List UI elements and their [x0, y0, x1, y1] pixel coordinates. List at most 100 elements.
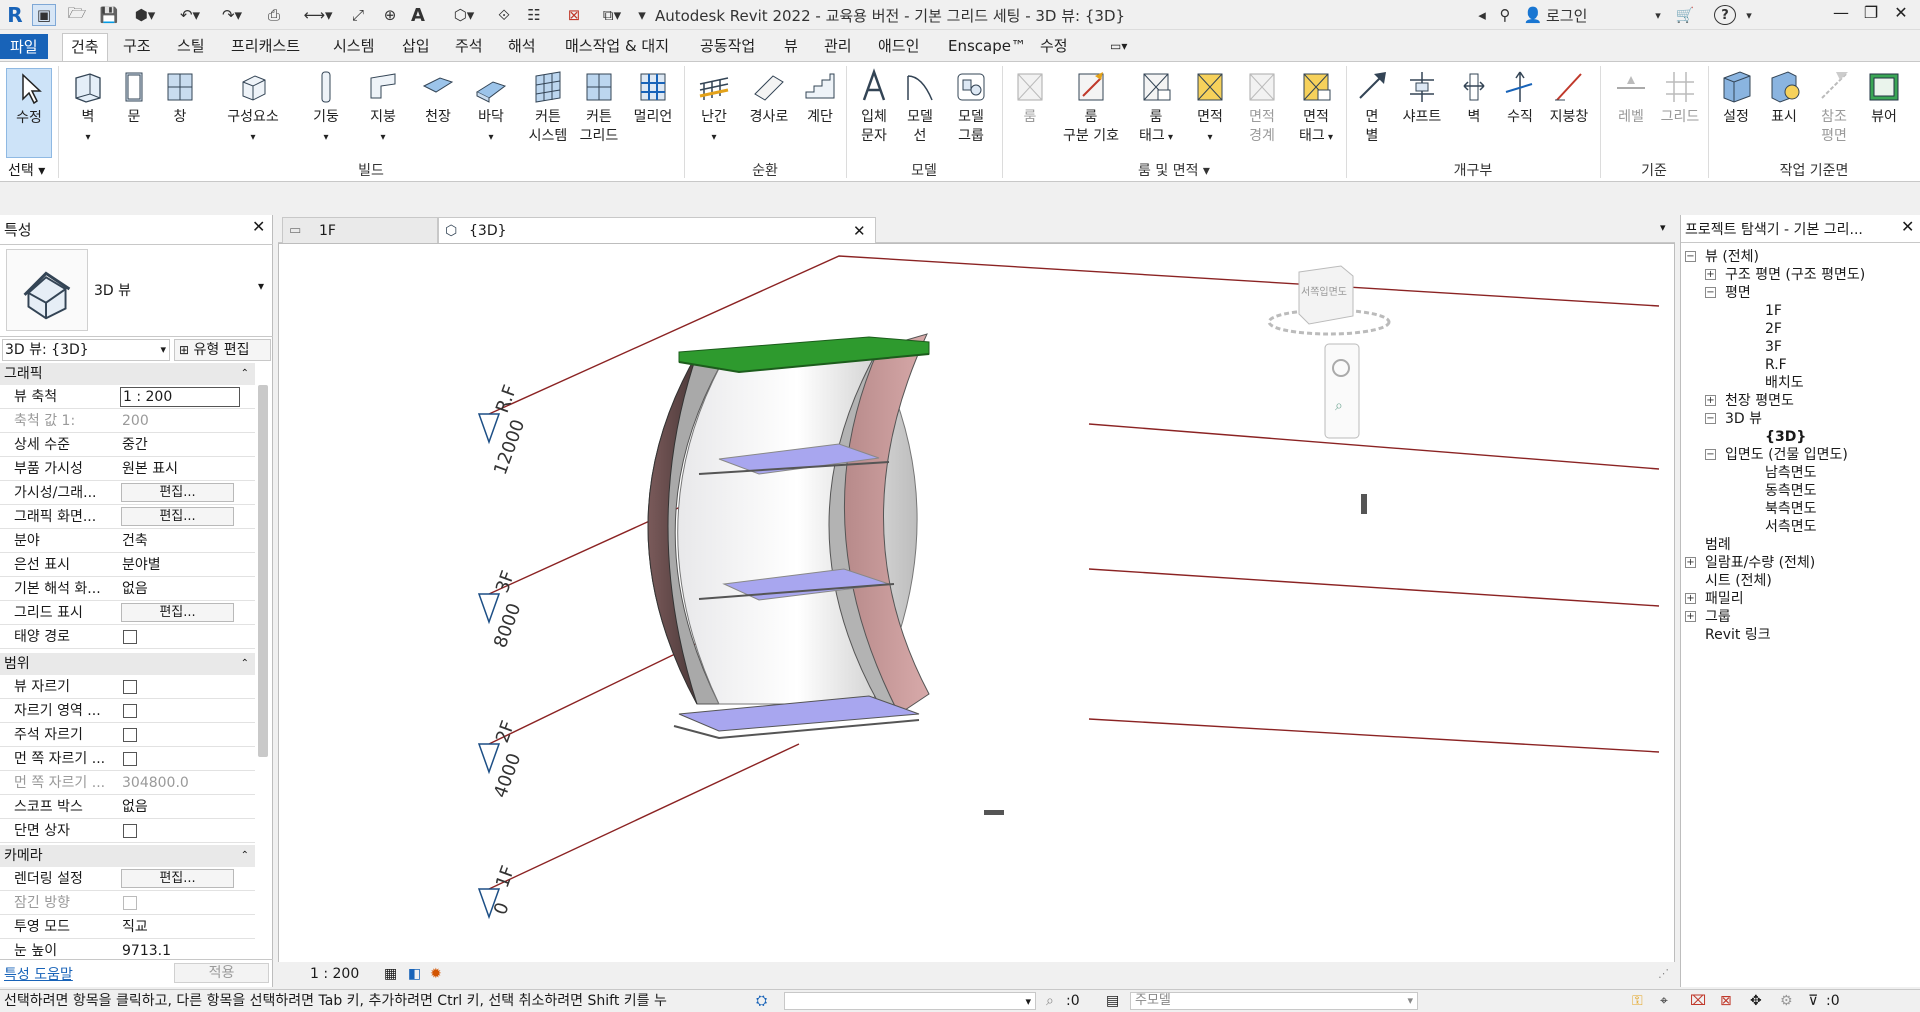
property-row[interactable]: 먼 쪽 자르기 ... 304800.0	[0, 771, 255, 795]
property-row[interactable]: 기본 해석 화... 없음	[0, 577, 255, 601]
show-button[interactable]: 표시	[1764, 68, 1804, 127]
tree-node[interactable]: 3D 뷰	[1725, 409, 1762, 429]
zoom-icon[interactable]: ⌕	[1335, 398, 1343, 414]
navigation-bar[interactable]: ⌕	[1324, 343, 1360, 439]
drawing-area[interactable]: R.F 12000 3F 8000 2F 4000 1F 0 서쪽입면도 ⌕	[278, 243, 1675, 983]
design-option-selector[interactable]: 주모델 ▾	[1130, 992, 1418, 1010]
tree-node[interactable]: 3F	[1765, 337, 1782, 357]
mullion-button[interactable]: 멀리언	[630, 68, 676, 127]
ramp-button[interactable]: 경사로	[744, 68, 794, 127]
window-button[interactable]: 창	[160, 68, 200, 127]
property-checkbox[interactable]	[123, 630, 137, 644]
tree-node[interactable]: 평면	[1725, 283, 1751, 303]
tab-analyze[interactable]: 해석	[500, 33, 544, 59]
left-arrow-icon[interactable]: ◂	[1472, 4, 1492, 26]
property-edit-button[interactable]: 편집...	[121, 603, 234, 622]
set-button[interactable]: 설정	[1716, 68, 1756, 127]
property-row[interactable]: 단면 상자	[0, 819, 255, 843]
collapse-icon[interactable]: −	[1705, 287, 1716, 298]
grid-button[interactable]: 그리드	[1656, 68, 1704, 127]
cart-icon[interactable]: 🛒	[1674, 4, 1696, 26]
property-row[interactable]: 렌더링 설정 편집...	[0, 867, 255, 891]
3d-model-view[interactable]: R.F 12000 3F 8000 2F 4000 1F 0 서쪽입면도 ⌕	[279, 244, 1674, 962]
tree-node[interactable]: 남측면도	[1765, 463, 1817, 483]
component-button[interactable]: 구성요소 ▾	[220, 68, 286, 147]
apply-button[interactable]: 적용	[174, 963, 269, 983]
property-row[interactable]: 축척 값 1: 200	[0, 409, 255, 433]
door-button[interactable]: 문	[116, 68, 152, 127]
property-row[interactable]: 뷰 축척 1 : 200	[0, 385, 255, 409]
section-graphics[interactable]: 그래픽 ⌃	[0, 363, 255, 385]
property-row[interactable]: 분야 건축	[0, 529, 255, 553]
select-underlay-icon[interactable]: ⌖	[1660, 990, 1668, 1012]
area-boundary-button[interactable]: 면적 경계	[1240, 68, 1284, 146]
tab-collaborate[interactable]: 공동작업	[692, 33, 763, 59]
property-row[interactable]: 가시성/그래... 편집...	[0, 481, 255, 505]
tabs-overflow-icon[interactable]: ▾	[1660, 221, 1666, 234]
vertical-button[interactable]: 수직	[1500, 68, 1540, 127]
property-checkbox[interactable]	[123, 824, 137, 838]
tree-node[interactable]: 일람표/수량 (전체)	[1705, 553, 1815, 573]
viewer-button[interactable]: 뷰어	[1862, 68, 1906, 127]
section-camera[interactable]: 카메라 ⌃	[0, 845, 255, 867]
detail-level-icon[interactable]: ▦	[384, 962, 397, 986]
floor-button[interactable]: 바닥 ▾	[470, 68, 512, 147]
property-row[interactable]: 부품 가시성 원본 표시	[0, 457, 255, 481]
tab-close-icon[interactable]: ✕	[853, 218, 866, 244]
property-row[interactable]: 잠긴 방향	[0, 891, 255, 915]
view-instance-selector[interactable]: 3D 뷰: {3D} ▾	[2, 339, 170, 361]
tree-node[interactable]: 1F	[1765, 301, 1782, 321]
user-icon[interactable]: 👤	[1522, 4, 1544, 26]
room-tag-button[interactable]: 룸 태그 ▾	[1134, 68, 1178, 147]
property-row[interactable]: 태양 경로	[0, 625, 255, 649]
login-label[interactable]: 로그인	[1546, 4, 1590, 26]
level-line-1f[interactable]	[488, 718, 1660, 890]
expand-icon[interactable]: +	[1685, 611, 1696, 622]
area-button[interactable]: 면적 ▾	[1190, 68, 1230, 147]
tree-node[interactable]: {3D}	[1765, 427, 1806, 447]
opening-wall-button[interactable]: 벽	[1456, 68, 1492, 127]
level-button[interactable]: 레벨	[1608, 68, 1654, 127]
wall-button[interactable]: 벽 ▾	[66, 68, 110, 147]
level-head-2f[interactable]	[477, 743, 501, 775]
tab-annotate[interactable]: 주석	[447, 33, 491, 59]
property-input[interactable]: 1 : 200	[120, 387, 240, 407]
room-button[interactable]: 룸	[1010, 68, 1050, 127]
property-edit-button[interactable]: 편집...	[121, 869, 234, 888]
visual-style-icon[interactable]: ◧	[408, 962, 421, 986]
level-head-rf[interactable]	[477, 413, 501, 445]
stair-button[interactable]: 계단	[800, 68, 840, 127]
tree-node[interactable]: 뷰 (전체)	[1705, 247, 1759, 267]
edit-type-button[interactable]: ⊞ 유형 편집	[174, 339, 271, 361]
expand-icon[interactable]: +	[1705, 269, 1716, 280]
tab-modify[interactable]: 수정	[1032, 33, 1076, 59]
section-extents[interactable]: 범위 ⌃	[0, 653, 255, 675]
tab-steel[interactable]: 스틸	[169, 33, 213, 59]
property-row[interactable]: 그리드 표시 편집...	[0, 601, 255, 625]
design-options-icon[interactable]: ▤	[1106, 990, 1119, 1012]
tree-node[interactable]: 패밀리	[1705, 589, 1744, 609]
tab-addins[interactable]: 애드인	[870, 33, 927, 59]
tree-node[interactable]: 서측면도	[1765, 517, 1817, 537]
properties-close-icon[interactable]: ✕	[252, 217, 265, 236]
tree-node[interactable]: 시트 (전체)	[1705, 571, 1772, 591]
canvas-scroll-handle[interactable]	[1361, 494, 1367, 514]
tab-insert[interactable]: 삽입	[394, 33, 438, 59]
tab-view-3d[interactable]: ⬡ {3D} ✕	[438, 217, 876, 243]
property-checkbox[interactable]	[123, 680, 137, 694]
tree-node[interactable]: 북측면도	[1765, 499, 1817, 519]
property-checkbox[interactable]	[123, 752, 137, 766]
tree-node[interactable]: Revit 링크	[1705, 625, 1771, 645]
filter-icon[interactable]: ⊽	[1808, 990, 1818, 1012]
tree-node[interactable]: 구조 평면 (구조 평면도)	[1725, 265, 1865, 285]
dormer-button[interactable]: 지붕창	[1542, 68, 1596, 127]
select-by-face-icon[interactable]: ⊠	[1720, 990, 1732, 1012]
properties-help-link[interactable]: 특성 도움말	[4, 964, 73, 984]
help-dropdown-icon[interactable]: ▾	[1742, 4, 1756, 26]
background-process-icon[interactable]: ⚙	[1780, 990, 1793, 1012]
area-tag-button[interactable]: 면적 태그 ▾	[1292, 68, 1340, 147]
property-checkbox[interactable]	[123, 728, 137, 742]
expand-icon[interactable]: +	[1705, 395, 1716, 406]
collapse-icon[interactable]: −	[1705, 413, 1716, 424]
properties-scrollbar[interactable]	[258, 385, 268, 757]
